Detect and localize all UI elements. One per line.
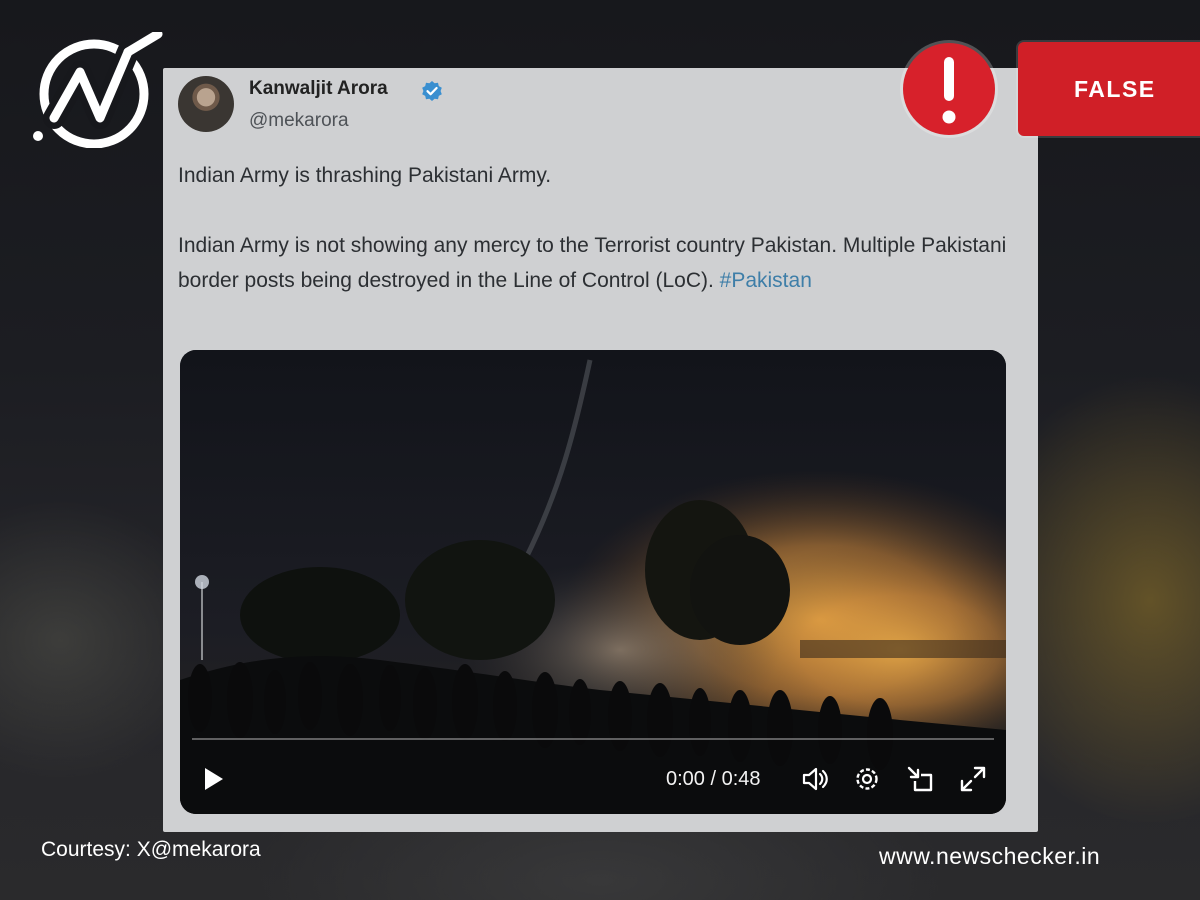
play-icon[interactable]: [198, 764, 228, 794]
factcheck-image: { "brand": { "logo_icon": "newschecker-l…: [0, 0, 1200, 900]
tweet-text-line: Indian Army is thrashing Pakistani Army.: [178, 164, 552, 187]
author-handle[interactable]: @mekarora: [249, 110, 349, 132]
author-name[interactable]: Kanwaljit Arora: [249, 78, 388, 100]
video-time: 0:00 / 0:48: [666, 768, 761, 790]
newschecker-logo-icon: [32, 29, 164, 149]
verified-badge-icon: [422, 81, 442, 101]
video-controls: 0:00 / 0:48: [180, 760, 1006, 800]
pip-icon[interactable]: [905, 764, 935, 794]
tweet-card: Kanwaljit Arora @mekarora Indian Army is…: [163, 68, 1038, 832]
verdict-label: FALSE: [1074, 76, 1156, 102]
settings-icon[interactable]: [852, 764, 882, 794]
video-progress-bar[interactable]: [192, 738, 994, 740]
courtesy-credit: Courtesy: X@mekarora: [41, 838, 261, 861]
avatar[interactable]: [178, 76, 234, 132]
video-frame: [180, 350, 1006, 814]
tweet-text-paragraph: Indian Army is not showing any mercy to …: [178, 228, 1018, 298]
exclamation-alert-icon: [903, 43, 995, 135]
verdict-badge: FALSE: [1018, 42, 1200, 136]
fullscreen-icon[interactable]: [958, 764, 988, 794]
hashtag-link[interactable]: #Pakistan: [720, 269, 812, 292]
tweet-text-body: Indian Army is not showing any mercy to …: [178, 234, 1007, 292]
tweet-text: Indian Army is thrashing Pakistani Army.…: [178, 158, 1018, 298]
volume-icon[interactable]: [800, 764, 830, 794]
video-player[interactable]: 0:00 / 0:48: [180, 350, 1006, 814]
website-url: www.newschecker.in: [879, 843, 1101, 869]
